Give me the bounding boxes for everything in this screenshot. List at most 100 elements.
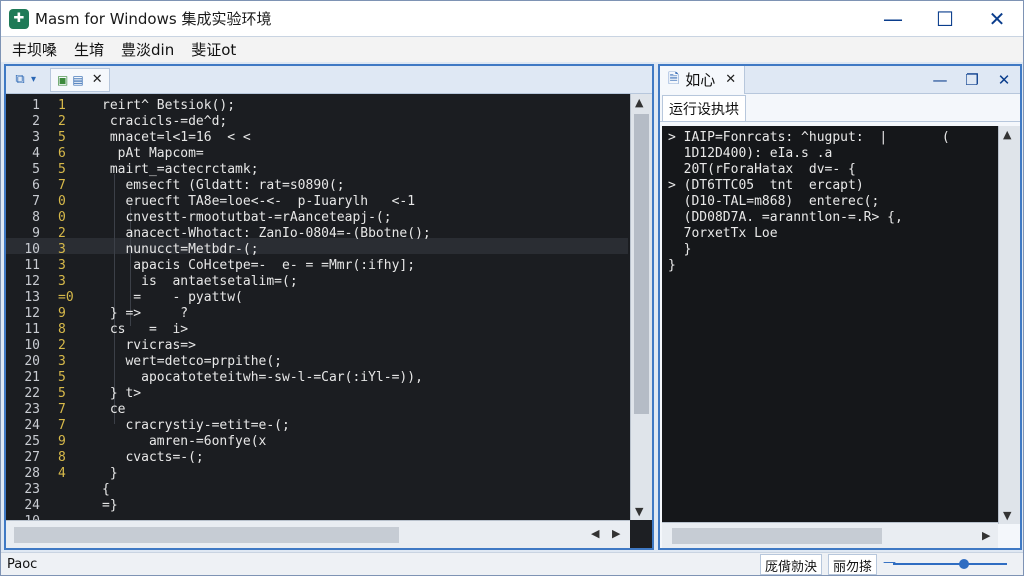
- scroll-up-arrow-icon[interactable]: ▲: [635, 96, 643, 109]
- line-number: 1: [32, 98, 40, 113]
- output-scroll-right-icon[interactable]: ▶: [982, 529, 990, 542]
- code-line[interactable]: ce: [102, 402, 126, 418]
- editor-tab[interactable]: ▣ ▤ ✕: [50, 67, 110, 92]
- scroll-down-arrow-icon[interactable]: ▼: [635, 505, 643, 518]
- run-output-tab[interactable]: 运行设执垬: [662, 95, 746, 121]
- line-number: 20: [24, 354, 40, 369]
- scroll-right-arrow-icon[interactable]: ▶: [612, 527, 620, 540]
- line-marker: 2: [58, 338, 66, 353]
- code-line[interactable]: cnvestt-rmootutbat-=rAanceteapj-(;: [102, 210, 391, 226]
- line-marker: 5: [58, 386, 66, 401]
- code-line[interactable]: {: [102, 482, 110, 498]
- line-marker: 9: [58, 434, 66, 449]
- output-line: 20T(rForaHatax dv=- {: [668, 162, 856, 177]
- output-horizontal-scrollbar[interactable]: ▶: [662, 522, 998, 548]
- code-line[interactable]: is antaetsetalim=(;: [102, 274, 298, 290]
- code-line[interactable]: } t>: [102, 386, 141, 402]
- line-marker: 8: [58, 450, 66, 465]
- output-horizontal-thumb[interactable]: [672, 528, 882, 544]
- code-line[interactable]: cs = i>: [102, 322, 188, 338]
- output-tab-close-icon[interactable]: ✕: [725, 72, 736, 87]
- code-line[interactable]: anacect-Whotact: ZanIo-0804=-(Bbotne();: [102, 226, 430, 242]
- editor-vertical-scrollbar[interactable]: ▲ ▼: [630, 94, 652, 520]
- code-line[interactable]: wert=detco=prpithe(;: [102, 354, 282, 370]
- output-pane-controls: — ❐ ✕: [924, 71, 1020, 89]
- line-marker: 2: [58, 226, 66, 241]
- line-marker: 0: [58, 210, 66, 225]
- line-marker: 3: [58, 258, 66, 273]
- line-number: 11: [24, 258, 40, 273]
- code-line[interactable]: = - pyattw(: [102, 290, 243, 306]
- code-line[interactable]: amren-=6onfye(x: [102, 434, 266, 450]
- output-line: 1D12D400): eIa.s .a: [668, 146, 833, 161]
- menu-item-1[interactable]: 丰坝嗓: [12, 39, 57, 60]
- output-scroll-down-icon[interactable]: ▼: [1003, 509, 1011, 522]
- menu-item-4[interactable]: 斐证ot: [191, 39, 236, 60]
- tab-close-icon[interactable]: ✕: [92, 72, 103, 87]
- output-line: }: [668, 242, 692, 257]
- code-area[interactable]: reirt^ Betsiok(); cracicls-=de^d; mnacet…: [102, 94, 622, 520]
- code-line[interactable]: rvicras=>: [102, 338, 195, 354]
- app-logo-icon: ✚: [9, 8, 29, 29]
- line-number: 7: [32, 194, 40, 209]
- code-line[interactable]: pAt Mapcom=: [102, 146, 204, 162]
- output-vertical-scrollbar[interactable]: ▲ ▼: [998, 126, 1020, 524]
- output-tab[interactable]: 🗎 如心 ✕: [660, 65, 746, 94]
- chevron-down-icon[interactable]: ▾: [31, 74, 36, 85]
- line-number: 13: [24, 290, 40, 305]
- zoom-knob[interactable]: [958, 559, 969, 569]
- line-marker: 5: [58, 370, 66, 385]
- pane-restore-button[interactable]: ❐: [956, 71, 988, 89]
- code-line[interactable]: nunucct=Metbdr-(;: [102, 242, 258, 258]
- maximize-button[interactable]: ☐: [919, 1, 971, 36]
- title-bar: ✚ Masm for Windows 集成实验环境 — ☐ ✕: [1, 1, 1023, 36]
- code-line[interactable]: emsecft (Gldatt: rat=s0890(;: [102, 178, 344, 194]
- code-line[interactable]: }: [102, 466, 118, 482]
- line-number: 3: [32, 130, 40, 145]
- line-marker: 3: [58, 354, 66, 369]
- output-line: (DD08D7A. =aranntlon-=.R> {,: [668, 210, 903, 225]
- code-line[interactable]: eruecft TA8e=loe<-<- p-Iuarylh <-1: [102, 194, 415, 210]
- code-editor[interactable]: 1 2 3 4 5 6 7 8 9 10 11 12 13 12 11 10 20 21 22 23 24 25 27 28 2…: [6, 94, 652, 520]
- line-number: 11: [24, 322, 40, 337]
- line-number: 28: [24, 466, 40, 481]
- code-line[interactable]: reirt^ Betsiok();: [102, 98, 235, 114]
- zoom-slider[interactable]: —: [883, 553, 1023, 576]
- code-line[interactable]: apocatoteteitwh=-sw-l-=Car(:iYl-=)),: [102, 370, 423, 386]
- save-icon[interactable]: ▤: [72, 73, 83, 87]
- run-output-console[interactable]: > IAIP=Fonrcats: ^hugput: | ( 1D12D400):…: [662, 126, 998, 524]
- line-marker: 9: [58, 306, 66, 321]
- code-line[interactable]: apacis CoHcetpe=- e- = =Mmr(:ifhy];: [102, 258, 415, 274]
- menu-bar: 丰坝嗓 生堉 豊淡din 斐证ot: [1, 36, 1023, 62]
- menu-item-3[interactable]: 豊淡din: [121, 39, 174, 60]
- line-number: 12: [24, 274, 40, 289]
- line-marker: 5: [58, 130, 66, 145]
- pane-minimize-button[interactable]: —: [924, 71, 956, 89]
- menu-item-2[interactable]: 生堉: [74, 39, 104, 60]
- scroll-thumb[interactable]: [634, 114, 649, 414]
- output-line: > (DT6TTC05 tnt ercapt): [668, 178, 864, 193]
- editor-pane: ⧉ ▾ ▣ ▤ ✕ 1 2 3 4 5 6 7 8 9 10 11 12 13 12 11 10 20 21 22 2…: [4, 64, 654, 550]
- code-line[interactable]: mairt_=actecrctamk;: [102, 162, 259, 178]
- status-text: Paoc: [7, 556, 38, 572]
- code-line[interactable]: } => ?: [102, 306, 188, 322]
- line-number: 8: [32, 210, 40, 225]
- code-line[interactable]: mnacet=l<1=16 < <: [102, 130, 251, 146]
- minimize-button[interactable]: —: [867, 1, 919, 36]
- horizontal-scroll-thumb[interactable]: [14, 527, 399, 543]
- code-line[interactable]: cracrystiy-=etit=e-(;: [102, 418, 289, 434]
- line-marker: 1: [58, 98, 66, 113]
- code-line[interactable]: =}: [102, 498, 118, 514]
- zoom-track[interactable]: [893, 563, 1007, 565]
- code-line[interactable]: cracicls-=de^d;: [102, 114, 227, 130]
- window-controls: — ☐ ✕: [867, 1, 1023, 36]
- code-line[interactable]: cvacts=-(;: [102, 450, 203, 466]
- close-button[interactable]: ✕: [971, 1, 1023, 36]
- line-number: 10: [24, 242, 40, 257]
- line-number: 25: [24, 434, 40, 449]
- pane-layout-icon[interactable]: ⧉: [11, 72, 29, 88]
- pane-close-button[interactable]: ✕: [988, 71, 1020, 89]
- output-scroll-up-icon[interactable]: ▲: [1003, 128, 1011, 141]
- scroll-left-arrow-icon[interactable]: ◀: [591, 527, 599, 540]
- editor-horizontal-scrollbar[interactable]: ◀ ▶: [6, 520, 630, 548]
